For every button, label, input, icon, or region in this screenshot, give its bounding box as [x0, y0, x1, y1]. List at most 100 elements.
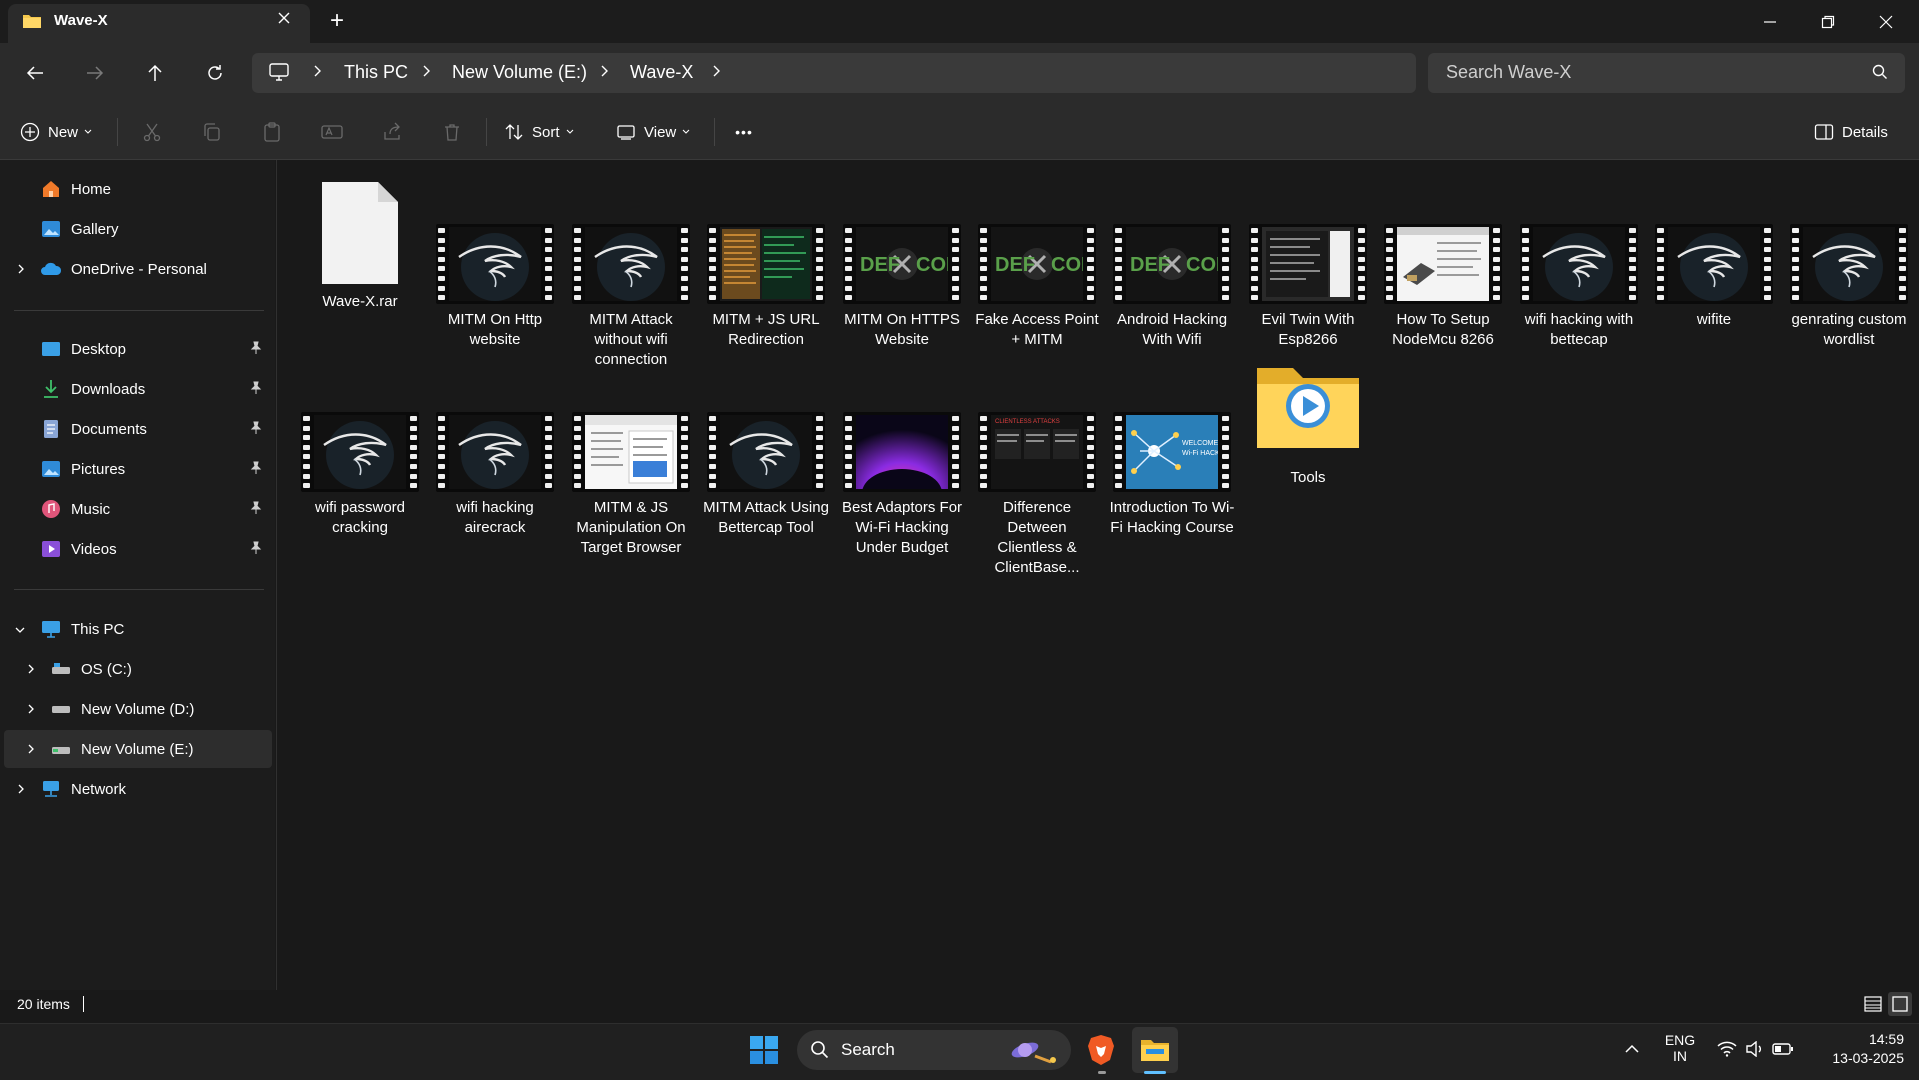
close-tab-icon[interactable]: [276, 10, 292, 26]
breadcrumb-this-pc[interactable]: This PC: [344, 62, 408, 83]
language-indicator[interactable]: ENG IN: [1660, 1032, 1700, 1064]
expand-chevron-icon[interactable]: [26, 743, 36, 755]
file-name: wifi hacking with bettecap: [1524, 311, 1634, 348]
expand-chevron-icon[interactable]: [26, 703, 36, 715]
file-item[interactable]: DEF CON Android Hacking With Wifi: [1108, 170, 1236, 348]
sidebar-item-os-c[interactable]: OS (C:): [50, 651, 310, 687]
svg-text:DEF: DEF: [860, 254, 900, 276]
file-item[interactable]: genrating custom wordlist: [1785, 170, 1913, 348]
view-icon: [616, 122, 636, 142]
chevron-right-icon[interactable]: [421, 64, 431, 78]
file-item[interactable]: MITM Attack without wifi connection: [567, 170, 695, 368]
large-icons-view-icon[interactable]: [1888, 992, 1912, 1016]
file-item[interactable]: Evil Twin With Esp8266: [1244, 170, 1372, 348]
sidebar-label: Music: [71, 500, 111, 518]
chevron-up-icon[interactable]: [1624, 1043, 1640, 1055]
sidebar-item-onedrive[interactable]: OneDrive - Personal: [40, 251, 300, 287]
sidebar-item-new-volume-d[interactable]: New Volume (D:): [50, 691, 310, 727]
sort-button[interactable]: Sort: [504, 116, 574, 148]
refresh-button[interactable]: [195, 55, 235, 91]
expand-chevron-icon[interactable]: [16, 263, 26, 275]
expand-chevron-icon[interactable]: [26, 663, 36, 675]
file-item[interactable]: wifi hacking with bettecap: [1515, 170, 1643, 348]
close-window-button[interactable]: [1857, 0, 1915, 43]
pin-icon[interactable]: [250, 501, 300, 515]
brave-browser-icon[interactable]: [1087, 1034, 1115, 1066]
sidebar-item-gallery[interactable]: Gallery: [40, 211, 300, 247]
search-icon[interactable]: [1872, 64, 1888, 80]
sidebar-item-pictures[interactable]: Pictures: [40, 451, 300, 487]
file-item[interactable]: MITM + JS URL Redirection: [702, 170, 830, 348]
new-tab-button[interactable]: +: [330, 9, 344, 33]
file-item[interactable]: WELCOME Wi-Fi HACKING Introduction To Wi-F…: [1108, 358, 1236, 536]
share-icon[interactable]: [380, 116, 404, 148]
sidebar-item-videos[interactable]: Videos: [40, 531, 300, 567]
file-item[interactable]: MITM Attack Using Bettercap Tool: [702, 358, 830, 536]
file-item[interactable]: wifi hacking airecrack: [431, 358, 559, 536]
expand-chevron-icon[interactable]: [16, 783, 26, 795]
video-thumbnail: [1790, 224, 1908, 304]
file-item[interactable]: DEF CON Fake Access Point + MITM: [973, 170, 1101, 348]
gallery-icon: [40, 218, 62, 240]
thumbnail-image: [1262, 227, 1354, 301]
video-thumbnail: [843, 412, 961, 492]
copy-icon[interactable]: [200, 116, 224, 148]
file-item[interactable]: wifi password cracking: [296, 358, 424, 536]
pin-icon[interactable]: [250, 421, 300, 435]
clock[interactable]: 14:59 13-03-2025: [1812, 1031, 1904, 1066]
up-button[interactable]: [135, 55, 175, 91]
file-item[interactable]: MITM & JS Manipulation On Target Browser: [567, 358, 695, 556]
more-options-button[interactable]: •••: [731, 116, 757, 148]
file-name: How To Setup NodeMcu 8266: [1392, 311, 1494, 348]
file-item[interactable]: How To Setup NodeMcu 8266: [1379, 170, 1507, 348]
sidebar-item-documents[interactable]: Documents: [40, 411, 300, 447]
pin-icon[interactable]: [250, 541, 300, 555]
breadcrumb-wave-x[interactable]: Wave-X: [630, 62, 693, 83]
chevron-right-icon[interactable]: [312, 64, 322, 78]
thumbnail-image: [449, 415, 541, 489]
file-item[interactable]: MITM On Http website: [431, 170, 559, 348]
sidebar-item-desktop[interactable]: Desktop: [40, 331, 300, 367]
rename-icon[interactable]: [320, 116, 344, 148]
file-item[interactable]: Wave-X.rar: [296, 170, 424, 340]
collapse-chevron-icon[interactable]: [14, 625, 26, 635]
file-item[interactable]: wifite: [1650, 170, 1778, 340]
sidebar-item-music[interactable]: Music: [40, 491, 300, 527]
sidebar-item-network[interactable]: Network: [40, 771, 300, 807]
details-view-icon[interactable]: [1863, 994, 1883, 1014]
video-thumbnail: [1249, 224, 1367, 304]
pin-icon[interactable]: [250, 461, 300, 475]
chevron-right-icon[interactable]: [599, 64, 609, 78]
new-label: New: [48, 123, 79, 141]
battery-icon[interactable]: [1772, 1042, 1794, 1056]
paste-icon[interactable]: [260, 116, 284, 148]
chevron-right-icon[interactable]: [711, 64, 721, 78]
file-item[interactable]: CLIENTLESS ATTACKS Difference Detween Cli…: [973, 358, 1101, 576]
volume-icon[interactable]: [1745, 1041, 1765, 1057]
start-button[interactable]: [749, 1035, 779, 1065]
view-button[interactable]: View: [616, 116, 690, 148]
pin-icon[interactable]: [250, 341, 300, 355]
monitor-icon[interactable]: [268, 62, 290, 82]
wifi-icon[interactable]: [1717, 1041, 1737, 1057]
pin-icon[interactable]: [250, 381, 300, 395]
new-button[interactable]: New: [20, 116, 92, 148]
sidebar-item-home[interactable]: Home: [40, 171, 300, 207]
forward-button[interactable]: [75, 55, 115, 91]
sidebar-item-new-volume-e[interactable]: New Volume (E:): [50, 731, 310, 767]
sidebar-item-downloads[interactable]: Downloads: [40, 371, 300, 407]
folder-item[interactable]: Tools: [1244, 358, 1372, 528]
minimize-button[interactable]: [1741, 0, 1799, 43]
restore-button[interactable]: [1799, 0, 1857, 43]
running-indicator: [1098, 1071, 1106, 1074]
breadcrumb-new-volume-e[interactable]: New Volume (E:): [452, 62, 587, 83]
delete-icon[interactable]: [440, 116, 464, 148]
details-label: Details: [1842, 123, 1888, 141]
file-item[interactable]: DEF CON MITM On HTTPS Website: [838, 170, 966, 348]
details-button[interactable]: Details: [1814, 116, 1888, 148]
sidebar-item-this-pc[interactable]: This PC: [40, 611, 300, 647]
cut-icon[interactable]: [140, 116, 164, 148]
file-item[interactable]: Best Adaptors For Wi-Fi Hacking Under Bu…: [838, 358, 966, 556]
back-button[interactable]: [15, 55, 55, 91]
thumbnail-image: [720, 227, 812, 301]
